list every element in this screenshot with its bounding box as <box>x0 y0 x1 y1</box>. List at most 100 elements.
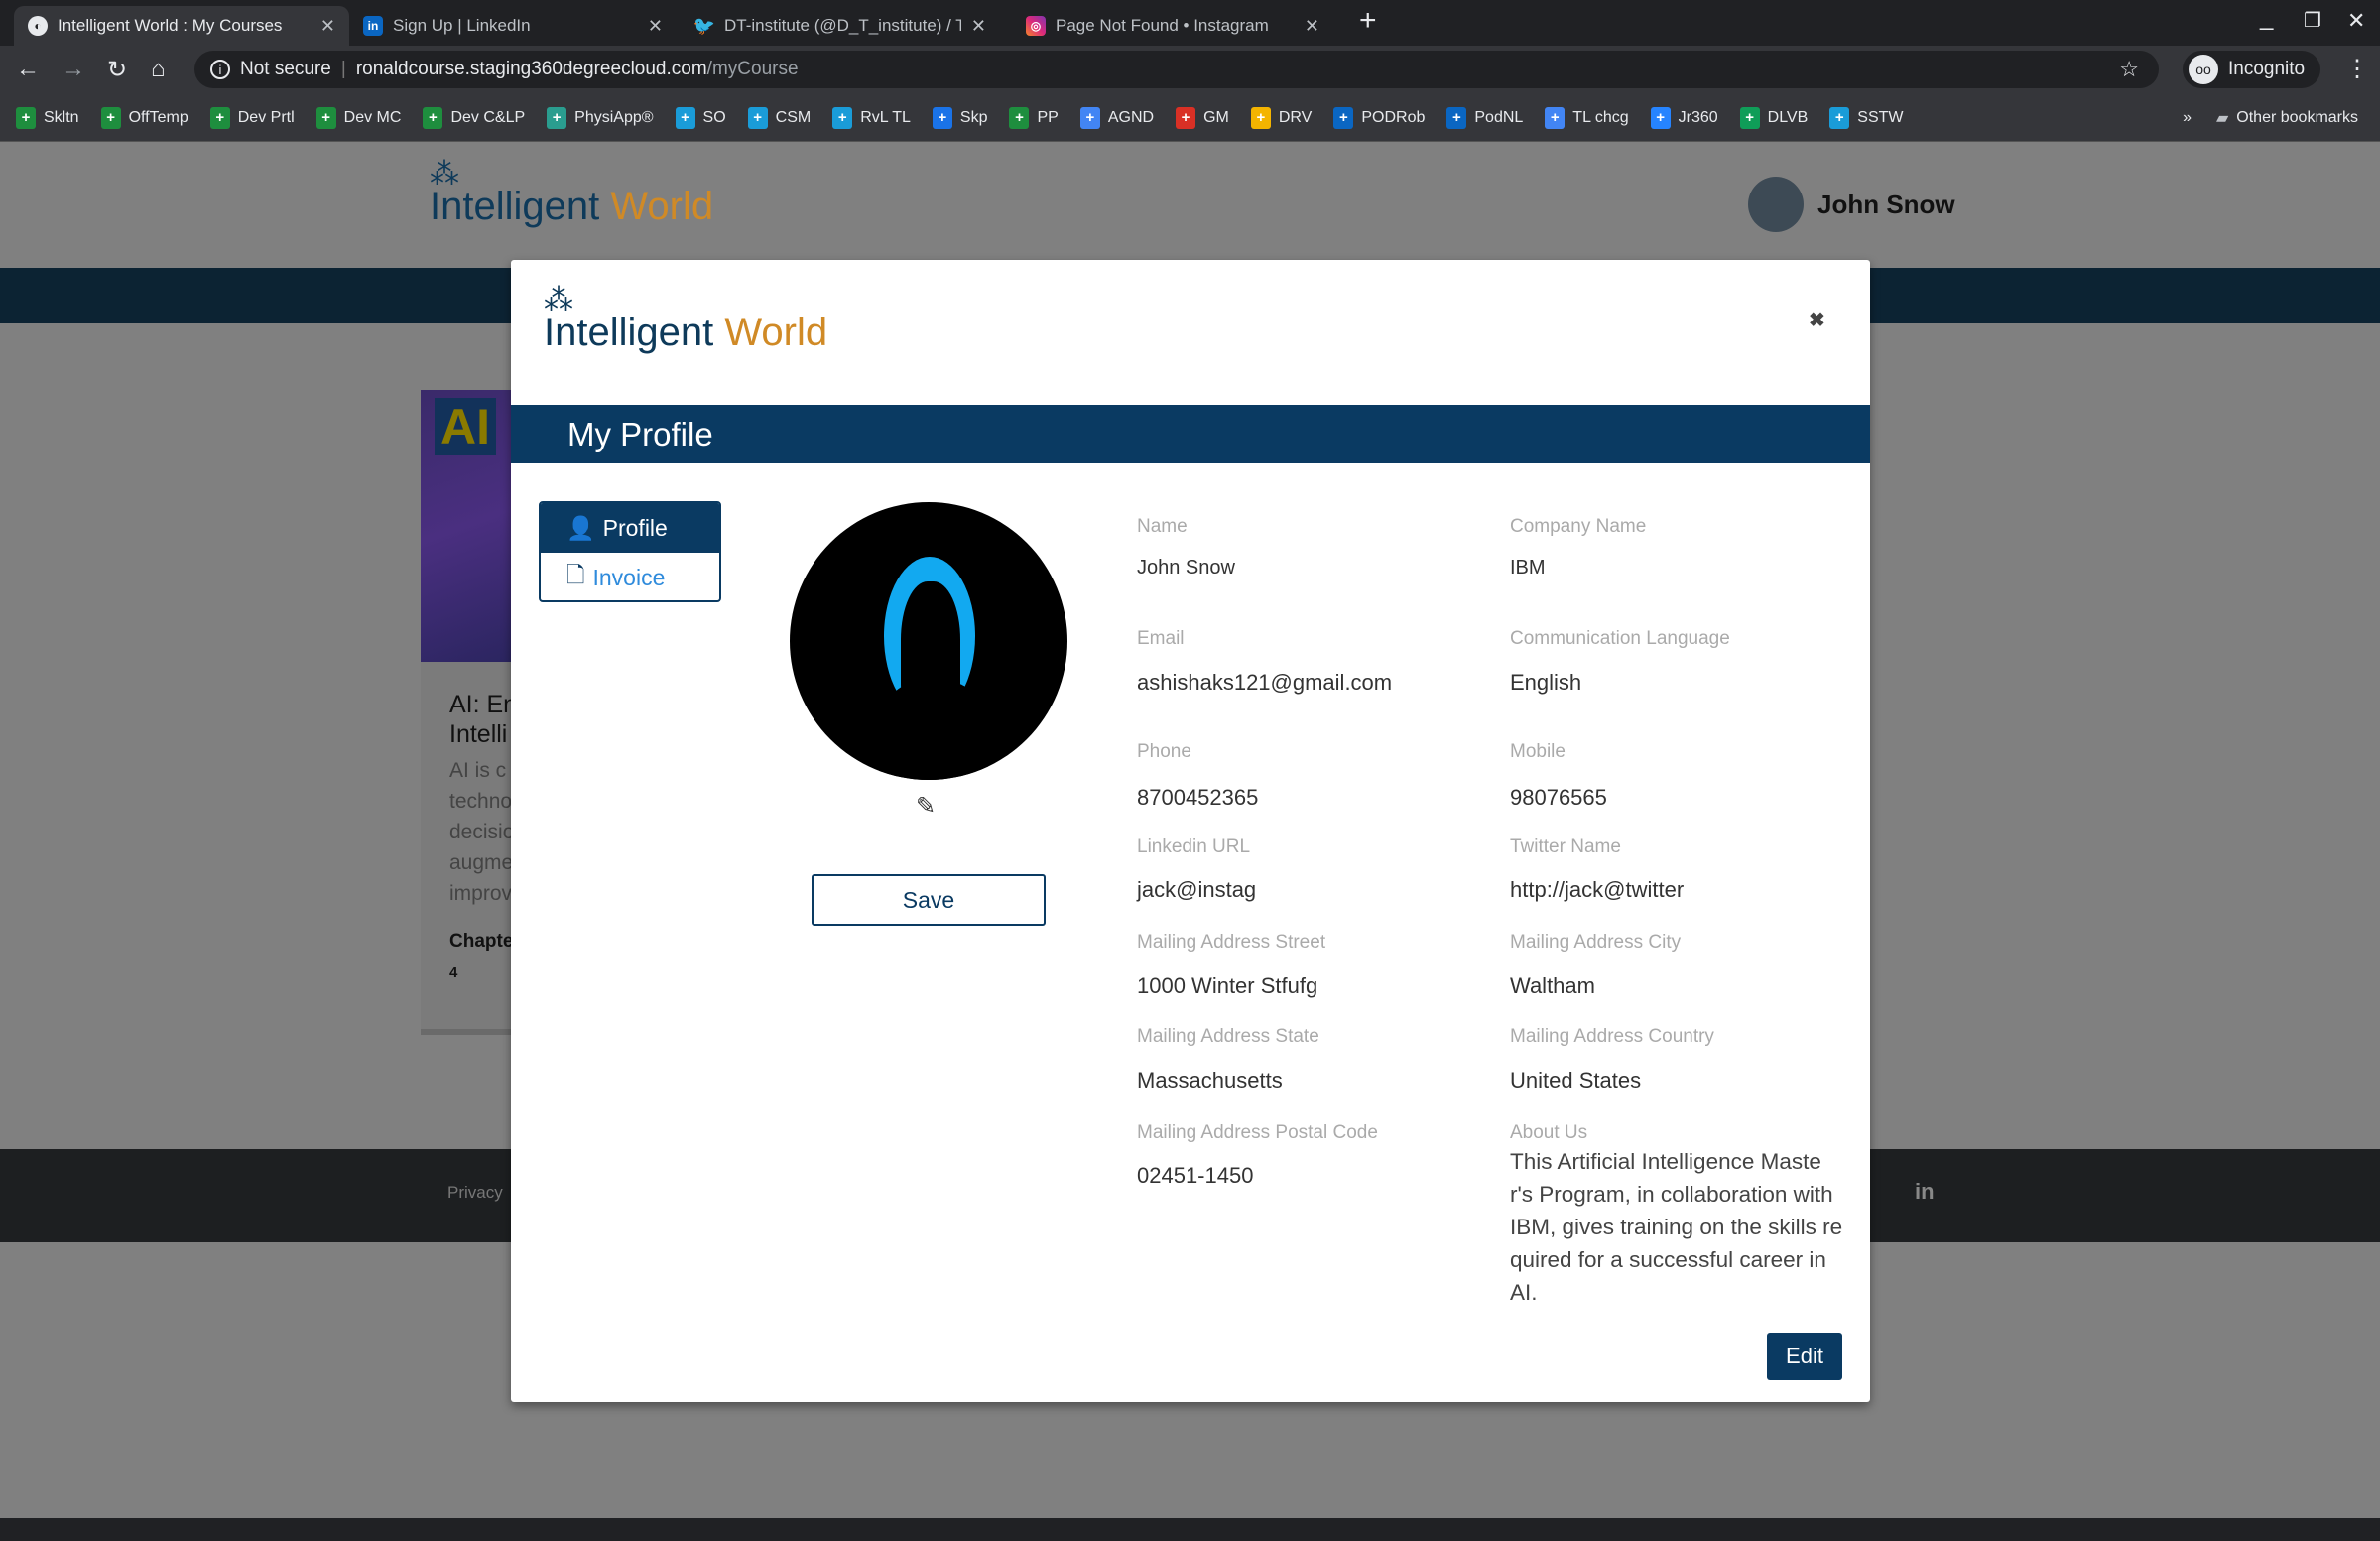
bookmark-item[interactable]: + SO <box>675 106 726 129</box>
tab-instagram[interactable]: ◎ Page Not Found • Instagram ✕ <box>1012 6 1333 46</box>
bookmark-item[interactable]: + PhysiApp® <box>547 106 654 129</box>
bookmark-item[interactable]: + Skp <box>932 106 987 129</box>
bookmark-label: DRV <box>1278 108 1313 126</box>
tab-twitter[interactable]: 🐦 DT-institute (@D_T_institute) / Tw ✕ <box>681 6 1000 46</box>
os-taskbar <box>0 1518 2380 1541</box>
site-logo[interactable]: ⁂ Intelligent World <box>430 158 713 229</box>
incognito-badge[interactable]: oo Incognito <box>2183 51 2321 88</box>
privacy-link[interactable]: Privacy <box>447 1183 503 1203</box>
user-menu[interactable]: John Snow <box>1748 177 1955 232</box>
bookmark-item[interactable]: + Dev MC <box>315 106 401 129</box>
linkedin-icon[interactable]: in <box>1915 1179 1935 1205</box>
tab-linkedin[interactable]: in Sign Up | LinkedIn ✕ <box>349 6 677 46</box>
address-bar[interactable]: i Not secure | ronaldcourse.staging360de… <box>194 51 2159 88</box>
close-tab-icon[interactable]: ✕ <box>1305 16 1319 37</box>
bookmark-icon: + <box>747 106 768 129</box>
info-icon[interactable]: i <box>210 60 230 79</box>
edit-photo-icon[interactable]: ✎ <box>916 792 936 821</box>
edit-button[interactable]: Edit <box>1767 1333 1842 1380</box>
reload-button[interactable]: ↻ <box>107 56 127 84</box>
tab-title: DT-institute (@D_T_institute) / Tw <box>724 16 961 35</box>
bookmark-item[interactable]: + RvL TL <box>832 106 911 129</box>
folder-icon: ▰ <box>2215 109 2229 127</box>
bookmark-star-icon[interactable]: ☆ <box>2119 57 2139 82</box>
field-label: Mobile <box>1510 741 1566 762</box>
bookmark-item[interactable]: + Jr360 <box>1650 106 1718 129</box>
close-window-button[interactable]: ✕ <box>2347 8 2365 34</box>
bookmark-item[interactable]: + PP <box>1009 106 1059 129</box>
bookmark-label: SSTW <box>1857 108 1904 126</box>
forward-button[interactable]: → <box>62 56 85 83</box>
bookmark-item[interactable]: + PodNL <box>1446 106 1523 129</box>
bookmark-item[interactable]: + TL chcg <box>1545 106 1629 129</box>
close-modal-icon[interactable]: ✖ <box>1809 308 1825 332</box>
bookmark-label: PP <box>1037 108 1059 126</box>
course-image: AI <box>421 390 512 662</box>
logo-network-icon: ⁂ <box>544 284 573 317</box>
tab-profile[interactable]: 👤 Profile <box>541 503 719 553</box>
bookmark-item[interactable]: + Dev C&LP <box>423 106 525 129</box>
course-card[interactable]: AI AI: En Intelli AI is c techno decisio… <box>421 390 512 1035</box>
bookmark-icon: + <box>1079 106 1100 129</box>
modal-logo: ⁂ Intelligent World <box>544 284 828 354</box>
twitter-icon: 🐦 <box>692 15 716 36</box>
bookmark-icon: + <box>100 106 121 129</box>
close-tab-icon[interactable]: ✕ <box>971 16 986 37</box>
bookmark-label: PODRob <box>1361 108 1426 126</box>
save-button[interactable]: Save <box>812 874 1046 926</box>
field-value: United States <box>1510 1068 1642 1092</box>
bookmark-item[interactable]: + DLVB <box>1739 106 1808 129</box>
bookmark-label: GM <box>1203 108 1229 126</box>
back-button[interactable]: ← <box>16 56 40 83</box>
profile-tabs: 👤 Profile 🗋 Invoice <box>539 501 721 602</box>
bookmark-label: TL chcg <box>1572 108 1629 126</box>
field-label: Mailing Address Postal Code <box>1137 1122 1378 1143</box>
bookmark-icon: + <box>1545 106 1566 129</box>
bookmark-item[interactable]: + OffTemp <box>100 106 188 129</box>
bookmark-label: Dev Prtl <box>237 108 295 126</box>
logo-network-icon: ⁂ <box>430 158 459 191</box>
minimize-button[interactable]: _ <box>2260 4 2273 32</box>
bookmark-item[interactable]: + CSM <box>747 106 811 129</box>
course-desc: techno <box>449 790 512 813</box>
bookmark-item[interactable]: + Skltn <box>16 106 79 129</box>
bookmark-item[interactable]: + Dev Prtl <box>209 106 295 129</box>
field-label: Phone <box>1137 741 1191 762</box>
other-bookmarks[interactable]: » ▰ Other bookmarks <box>2183 108 2358 128</box>
profile-label: Incognito <box>2228 59 2306 79</box>
bookmark-icon: + <box>675 106 695 129</box>
bookmark-icon: + <box>832 106 853 129</box>
url-path: /myCourse <box>706 59 799 79</box>
close-tab-icon[interactable]: ✕ <box>648 16 663 37</box>
user-name: John Snow <box>1817 189 1955 219</box>
course-title: AI: En <box>449 691 512 718</box>
bookmark-icon: + <box>209 106 230 129</box>
profile-photo <box>790 502 1067 780</box>
tab-invoice[interactable]: 🗋 Invoice <box>541 553 719 600</box>
bookmark-icon: + <box>1739 106 1760 129</box>
bookmark-item[interactable]: + GM <box>1176 106 1229 129</box>
bookmark-label: OffTemp <box>128 108 188 126</box>
close-tab-icon[interactable]: ✕ <box>320 16 335 37</box>
bookmarks-bar: + Skltn + OffTemp + Dev Prtl + Dev MC + Dev C&LP +… <box>0 94 2380 142</box>
bookmark-item[interactable]: + AGND <box>1079 106 1155 129</box>
globe-icon: ◐ <box>28 16 48 36</box>
url-host: ronaldcourse.staging360degreecloud.com <box>355 59 707 79</box>
field-value: http://jack@twitter <box>1510 877 1685 902</box>
new-tab-button[interactable]: + <box>1359 4 1377 38</box>
bookmark-icon: + <box>16 106 36 129</box>
field-label: Company Name <box>1510 516 1647 537</box>
restore-button[interactable]: ❐ <box>2304 8 2321 33</box>
course-desc: AI is c <box>449 759 507 782</box>
bookmark-item[interactable]: + DRV <box>1250 106 1313 129</box>
bookmark-item[interactable]: + PODRob <box>1333 106 1426 129</box>
course-desc: improv <box>449 882 512 905</box>
more-bookmarks-chevron-icon[interactable]: » <box>2183 109 2192 127</box>
menu-kebab-icon[interactable]: ⋮ <box>2345 55 2369 83</box>
home-button[interactable]: ⌂ <box>151 56 166 83</box>
field-value: IBM <box>1510 557 1546 578</box>
bookmark-item[interactable]: + SSTW <box>1829 106 1904 129</box>
bookmark-label: AGND <box>1107 108 1155 126</box>
tab-my-courses[interactable]: ◐ Intelligent World : My Courses ✕ <box>14 6 349 46</box>
bookmark-icon: + <box>423 106 443 129</box>
